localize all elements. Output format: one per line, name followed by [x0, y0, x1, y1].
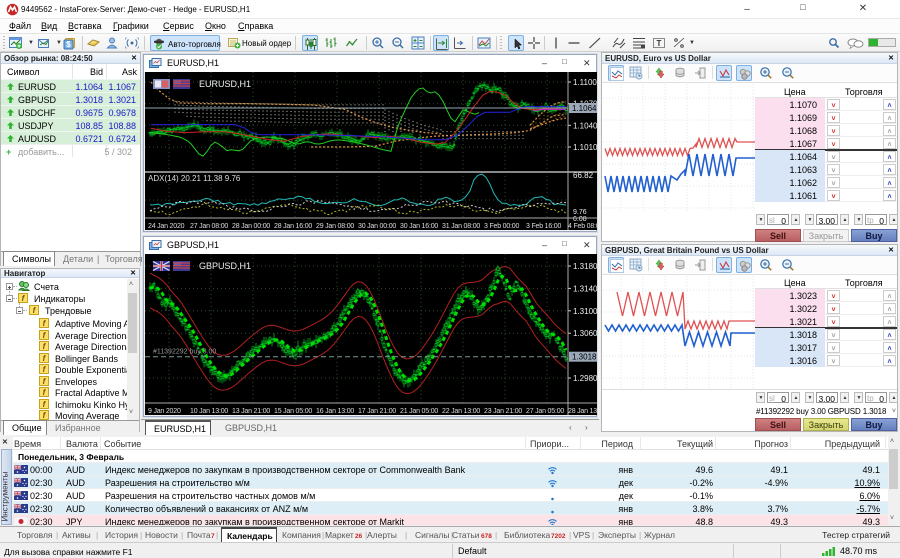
svg-text:3 Feb 00:00: 3 Feb 00:00 [484, 223, 519, 230]
svg-text:#11392292 buy 3.00: #11392292 buy 3.00 [153, 349, 216, 356]
svg-text:ADX(14) 20.21 11.38 9.76: ADX(14) 20.21 11.38 9.76 [148, 174, 241, 183]
svg-text:66.82: 66.82 [573, 171, 594, 180]
svg-text:15 Jan 05:00: 15 Jan 05:00 [274, 408, 312, 415]
svg-text:4 Feb 08:00: 4 Feb 08:00 [568, 223, 597, 230]
svg-text:1.3018: 1.3018 [572, 353, 597, 362]
svg-text:31 Jan 08:00: 31 Jan 08:00 [442, 223, 480, 230]
svg-text:1.2980: 1.2980 [573, 374, 597, 383]
svg-text:1.3140: 1.3140 [573, 284, 597, 293]
svg-text:24 Jan 2020: 24 Jan 2020 [148, 223, 185, 230]
svg-text:30 Jan 00:00: 30 Jan 00:00 [358, 223, 396, 230]
svg-text:1.1010: 1.1010 [573, 143, 597, 152]
svg-text:28 Jan 13:00: 28 Jan 13:00 [568, 408, 597, 415]
svg-text:10 Jan 13:00: 10 Jan 13:00 [190, 408, 228, 415]
svg-text:1.3060: 1.3060 [573, 329, 597, 338]
svg-text:1.1064: 1.1064 [572, 104, 597, 113]
svg-text:29 Jan 08:00: 29 Jan 08:00 [316, 223, 354, 230]
svg-text:T: T [657, 39, 662, 48]
svg-text:1.3100: 1.3100 [573, 307, 597, 316]
svg-text:1.3180: 1.3180 [573, 262, 597, 271]
svg-text:27 Jan 05:00: 27 Jan 05:00 [526, 408, 564, 415]
svg-text:16 Jan 13:00: 16 Jan 13:00 [316, 408, 354, 415]
svg-text:$: $ [66, 40, 71, 49]
svg-text:17 Jan 21:00: 17 Jan 21:00 [358, 408, 396, 415]
svg-text:28 Jan 16:00: 28 Jan 16:00 [274, 223, 312, 230]
svg-text:1.1040: 1.1040 [573, 121, 597, 130]
svg-text:23 Jan 21:00: 23 Jan 21:00 [484, 408, 522, 415]
svg-text:30 Jan 16:00: 30 Jan 16:00 [400, 223, 438, 230]
svg-text:EURUSD,H1: EURUSD,H1 [199, 79, 251, 89]
svg-text:22 Jan 13:00: 22 Jan 13:00 [442, 408, 480, 415]
svg-text:27 Jan 08:00: 27 Jan 08:00 [190, 223, 228, 230]
svg-text:13 Jan 21:00: 13 Jan 21:00 [232, 408, 270, 415]
svg-text:3 Feb 16:00: 3 Feb 16:00 [526, 223, 561, 230]
svg-text:GBPUSD,H1: GBPUSD,H1 [199, 261, 251, 271]
svg-text:28 Jan 00:00: 28 Jan 00:00 [232, 223, 270, 230]
svg-text:21 Jan 05:00: 21 Jan 05:00 [400, 408, 438, 415]
svg-text:1.1100: 1.1100 [573, 78, 597, 87]
svg-text:9.76: 9.76 [573, 209, 587, 216]
svg-text:9 Jan 2020: 9 Jan 2020 [148, 408, 181, 415]
svg-text:6.08: 6.08 [573, 216, 587, 223]
